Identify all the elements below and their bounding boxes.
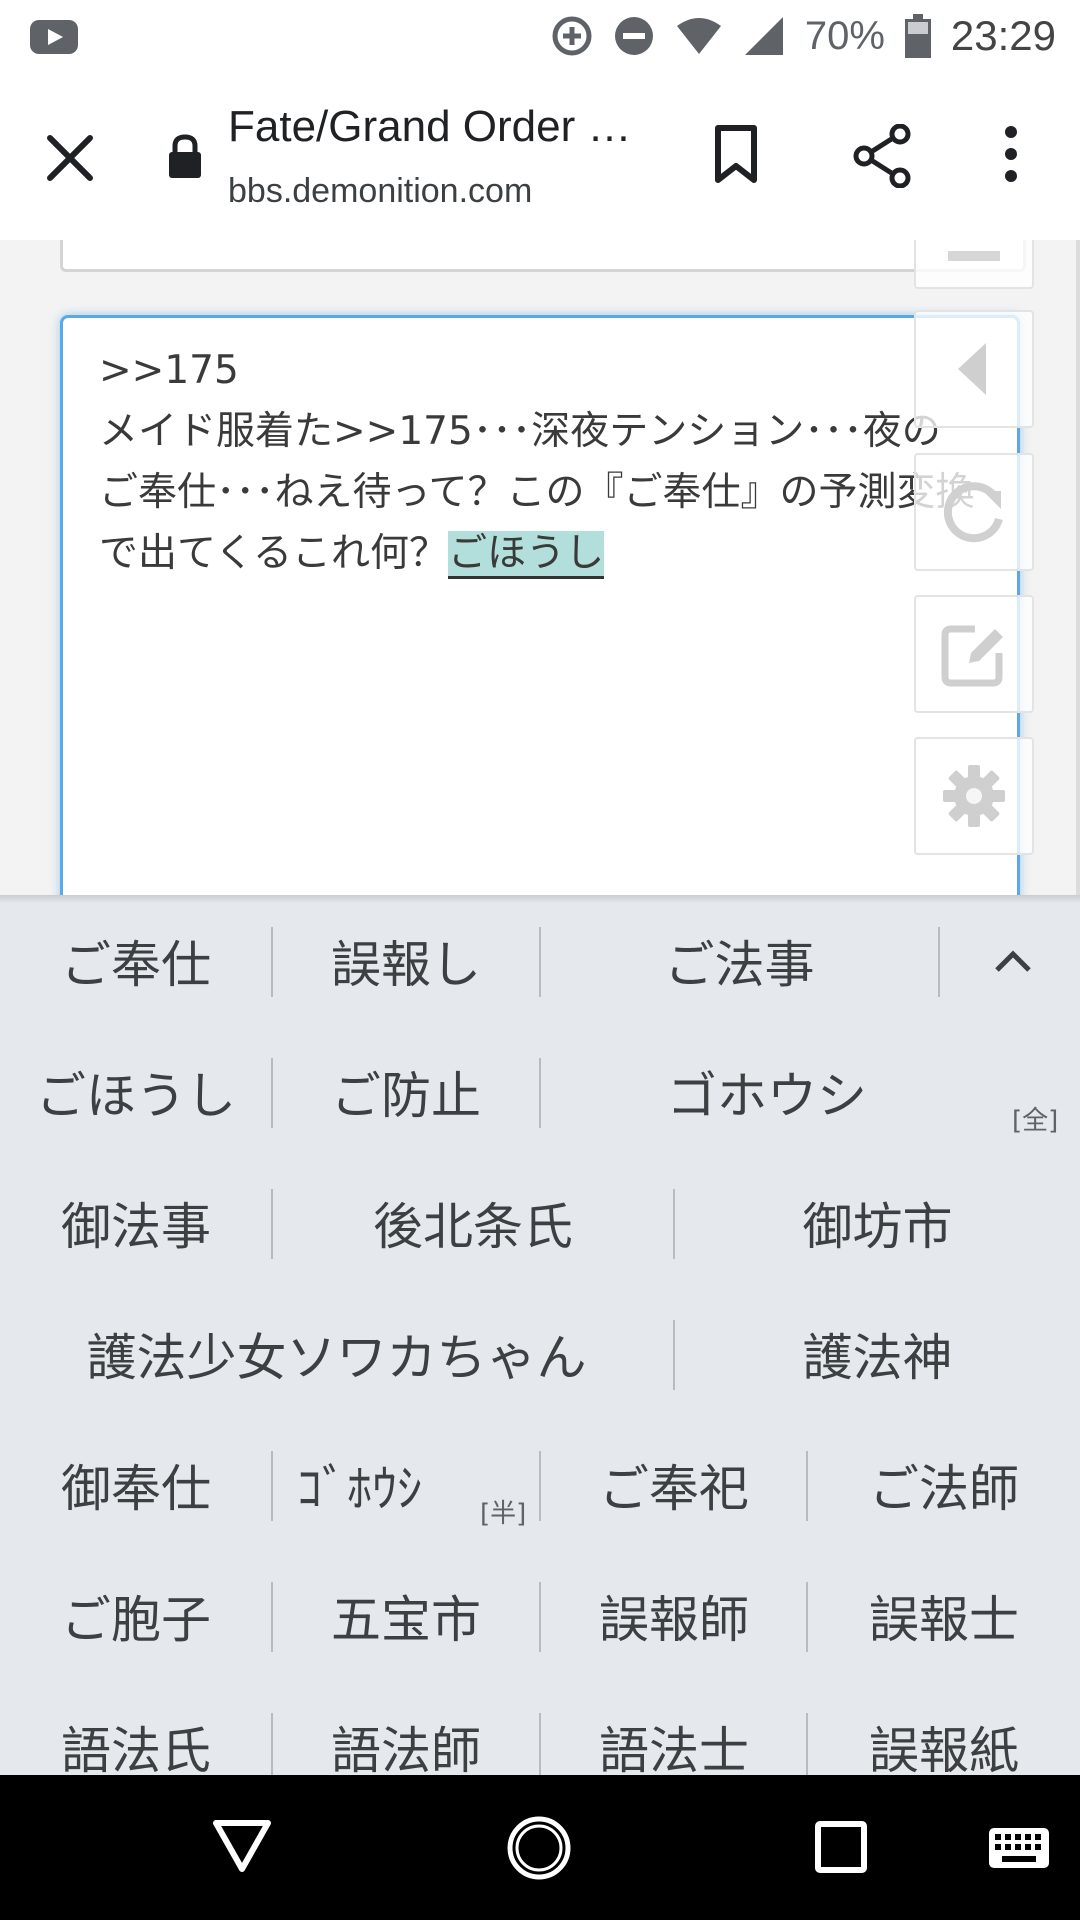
home-icon[interactable] <box>506 1815 572 1881</box>
candidate[interactable]: ごほうし <box>0 1026 272 1157</box>
close-icon[interactable] <box>40 128 100 188</box>
candidate[interactable]: 語法氏 <box>0 1681 272 1776</box>
halfwidth-tag: [半] <box>480 1499 527 1529</box>
candidate[interactable]: 護法少女ソワカちゃん <box>0 1288 673 1419</box>
composing-text: ごほうし <box>448 531 605 579</box>
candidate[interactable]: ご奉仕 <box>0 895 272 1026</box>
status-bar: 70% 23:29 <box>0 0 1080 72</box>
candidate[interactable]: 御法事 <box>0 1157 272 1288</box>
edit-button[interactable] <box>914 595 1034 713</box>
page-url: bbs.demonition.com <box>228 172 533 210</box>
recents-icon[interactable] <box>815 1821 867 1873</box>
lock-icon <box>169 134 201 178</box>
keyboard-icon[interactable] <box>988 1827 1050 1869</box>
candidate[interactable]: 後北条氏 <box>273 1157 673 1288</box>
web-page: >>175 メイド服着た>>175･･･深夜テンション･･･夜のご奉仕･･･ねえ… <box>0 240 1080 895</box>
candidate[interactable]: ご奉祀 <box>541 1419 807 1550</box>
candidate-row: ご奉仕 誤報し ご法事 <box>0 895 1080 1026</box>
post-textarea[interactable]: >>175 メイド服着た>>175･･･深夜テンション･･･夜のご奉仕･･･ねえ… <box>60 315 1020 895</box>
fullwidth-tag: [全] <box>1012 1106 1059 1136</box>
dnd-icon <box>614 17 653 55</box>
candidate-row: 御奉仕 ｺﾞﾎｳｼ [半] ご奉祀 ご法師 <box>0 1419 1080 1550</box>
youtube-icon <box>30 20 78 54</box>
candidate[interactable]: ご防止 <box>273 1026 539 1157</box>
candidate-row: 御法事 後北条氏 御坊市 <box>0 1157 1080 1288</box>
refresh-button[interactable] <box>914 453 1034 571</box>
separator <box>938 927 940 997</box>
candidate[interactable]: ご胞子 <box>0 1550 272 1681</box>
candidate[interactable]: ご法事 <box>541 895 938 1026</box>
wifi-icon <box>676 18 721 54</box>
candidate[interactable]: 語法士 <box>541 1681 807 1776</box>
chevron-up-icon <box>994 949 1031 972</box>
battery-percent: 70% <box>804 13 885 58</box>
post-text: >>175 メイド服着た>>175･･･深夜テンション･･･夜のご奉仕･･･ねえ… <box>99 340 979 584</box>
gear-icon <box>943 765 1005 827</box>
clock: 23:29 <box>950 12 1056 59</box>
candidate-row: ご胞子 五宝市 誤報師 誤報士 <box>0 1550 1080 1681</box>
settings-button[interactable] <box>914 737 1034 855</box>
candidate-row: 護法少女ソワカちゃん 護法神 <box>0 1288 1080 1419</box>
battery-icon <box>904 14 931 58</box>
candidate[interactable]: 誤報紙 <box>808 1681 1080 1776</box>
arrow-left-icon <box>958 343 986 395</box>
cell-signal-icon <box>744 17 783 55</box>
candidate-row: ごほうし ご防止 ゴホウシ [全] <box>0 1026 1080 1157</box>
page-title: Fate/Grand Order … <box>228 102 632 151</box>
candidate[interactable]: 御奉仕 <box>0 1419 272 1550</box>
candidate-row: 語法氏 語法師 語法士 誤報紙 <box>0 1681 1080 1775</box>
refresh-icon <box>943 482 1003 543</box>
name-field[interactable] <box>60 240 1026 272</box>
collapse-candidates-button[interactable] <box>945 895 1080 1026</box>
candidate[interactable]: 御坊市 <box>675 1157 1080 1288</box>
candidate[interactable]: 五宝市 <box>273 1550 539 1681</box>
candidate[interactable]: 誤報師 <box>541 1550 807 1681</box>
edit-icon <box>941 625 1003 687</box>
candidate[interactable]: ご法師 <box>808 1419 1080 1550</box>
candidate[interactable]: 誤報し <box>273 895 539 1026</box>
back-icon[interactable] <box>212 1815 272 1875</box>
more-vert-icon[interactable] <box>990 124 1032 184</box>
share-icon[interactable] <box>852 124 912 188</box>
back-side-button[interactable] <box>914 310 1034 428</box>
candidate[interactable]: ｺﾞﾎｳｼ <box>273 1419 497 1550</box>
navigation-bar <box>0 1775 1080 1920</box>
candidate[interactable]: 語法師 <box>273 1681 539 1776</box>
candidate[interactable]: ゴホウシ <box>541 1026 993 1157</box>
data-saver-icon <box>552 16 592 56</box>
browser-toolbar: Fate/Grand Order … bbs.demonition.com <box>0 72 1080 242</box>
arrow-up-icon <box>948 250 1000 261</box>
bookmark-icon[interactable] <box>706 124 766 184</box>
ime-candidate-panel: ご奉仕 誤報し ご法事 ごほうし ご防止 ゴホウシ [全] 御法事 後北条氏 御… <box>0 895 1080 1775</box>
candidate[interactable]: 誤報士 <box>808 1550 1080 1681</box>
candidate[interactable]: 護法神 <box>675 1288 1080 1419</box>
scroll-top-button[interactable] <box>914 240 1034 289</box>
